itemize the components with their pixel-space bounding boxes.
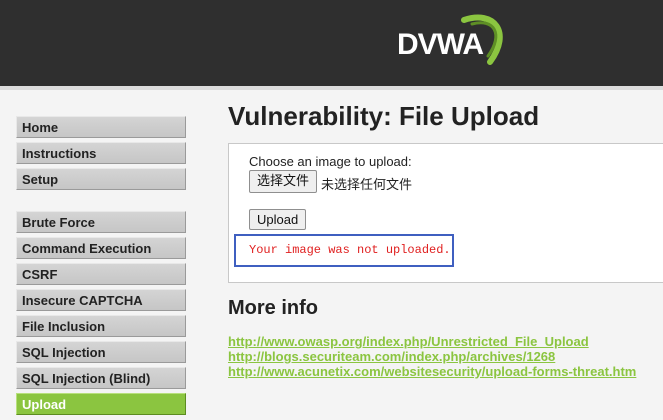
header-divider xyxy=(0,86,663,90)
upload-prompt-label: Choose an image to upload: xyxy=(249,154,412,169)
sidebar-item-sql-injection[interactable]: SQL Injection xyxy=(16,341,186,363)
choose-file-button[interactable]: 选择文件 xyxy=(249,170,318,193)
logo-text: DVWA xyxy=(397,28,483,61)
sidebar-menu-main: Home Instructions Setup xyxy=(16,116,186,194)
sidebar-item-instructions[interactable]: Instructions xyxy=(16,142,186,164)
error-highlight-box xyxy=(234,234,454,267)
info-link-owasp[interactable]: http://www.owasp.org/index.php/Unrestric… xyxy=(228,334,589,349)
sidebar-item-sql-injection-blind[interactable]: SQL Injection (Blind) xyxy=(16,367,186,389)
sidebar-item-setup[interactable]: Setup xyxy=(16,168,186,190)
more-info-heading: More info xyxy=(228,297,318,319)
info-link-acunetix[interactable]: http://www.acunetix.com/websitesecurity/… xyxy=(228,364,636,379)
file-status-text: 未选择任何文件 xyxy=(321,178,413,193)
sidebar-item-home[interactable]: Home xyxy=(16,116,186,138)
sidebar-item-csrf[interactable]: CSRF xyxy=(16,263,186,285)
sidebar-item-command-execution[interactable]: Command Execution xyxy=(16,237,186,259)
sidebar-menu-vulnerabilities: Brute Force Command Execution CSRF Insec… xyxy=(16,211,186,419)
sidebar-item-file-inclusion[interactable]: File Inclusion xyxy=(16,315,186,337)
sidebar-item-brute-force[interactable]: Brute Force xyxy=(16,211,186,233)
upload-button[interactable]: Upload xyxy=(249,209,307,230)
sidebar-item-insecure-captcha[interactable]: Insecure CAPTCHA xyxy=(16,289,186,311)
sidebar-item-upload[interactable]: Upload xyxy=(16,393,186,415)
page-title: Vulnerability: File Upload xyxy=(228,101,540,131)
info-link-securiteam[interactable]: http://blogs.securiteam.com/index.php/ar… xyxy=(228,349,555,364)
header-bar: DVWA xyxy=(0,0,663,86)
dvwa-logo[interactable]: DVWA xyxy=(394,12,512,74)
